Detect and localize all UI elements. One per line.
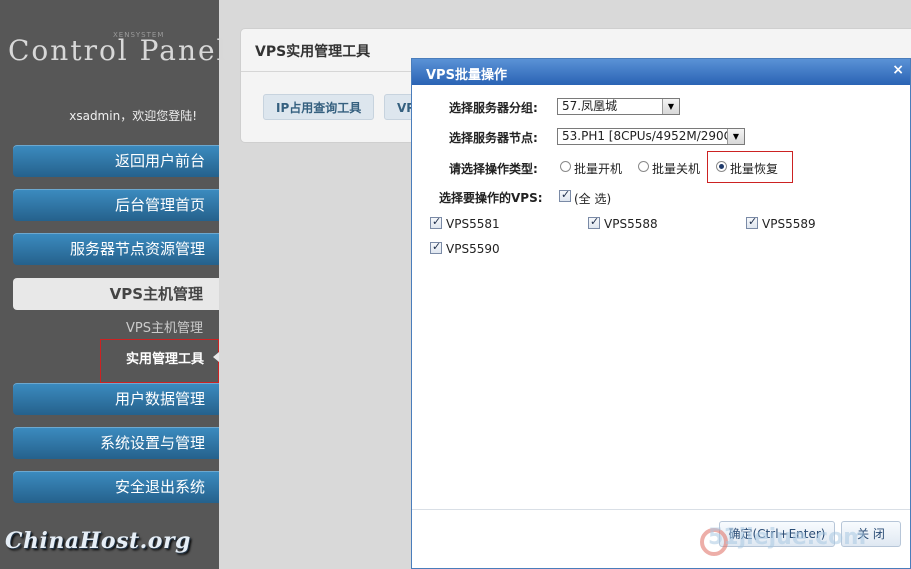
radio-batch-start[interactable]: [560, 161, 571, 172]
node-select-value: 53.PH1 [8CPUs/4952M/290G]: [562, 129, 738, 143]
dialog-header[interactable]: VPS批量操作 ×: [412, 59, 910, 85]
select-all-checkbox[interactable]: [559, 188, 571, 202]
group-select[interactable]: 57.凤凰城 ▼: [557, 98, 680, 115]
vps-checkbox[interactable]: [746, 215, 758, 229]
sub-item-vps-management[interactable]: VPS主机管理: [126, 317, 203, 336]
active-arrow-icon: [213, 352, 219, 362]
sidebar: XENSYSTEM Control Panel xsadmin，欢迎您登陆! 返…: [0, 0, 226, 569]
nav-server-nodes[interactable]: 服务器节点资源管理: [13, 233, 219, 265]
welcome-text: xsadmin，欢迎您登陆!: [69, 109, 197, 123]
vps-checkbox[interactable]: [430, 215, 442, 229]
dialog-footer-divider: [412, 509, 910, 510]
node-label: 选择服务器节点:: [449, 131, 538, 145]
radio-batch-restore[interactable]: [716, 161, 727, 172]
vps-label[interactable]: VPS5588: [604, 217, 658, 231]
nav-admin-home[interactable]: 后台管理首页: [13, 189, 219, 221]
vps-label[interactable]: VPS5581: [446, 217, 500, 231]
radio-batch-shutdown-label[interactable]: 批量关机: [652, 160, 700, 177]
page-title: VPS实用管理工具: [255, 44, 371, 60]
watermark: 51jiejue.com: [708, 525, 867, 550]
chevron-down-icon: ▼: [662, 99, 679, 114]
nav-back-to-frontend[interactable]: 返回用户前台: [13, 145, 219, 177]
group-label: 选择服务器分组:: [449, 101, 538, 115]
close-icon[interactable]: ×: [892, 62, 904, 78]
nav-system-settings[interactable]: 系统设置与管理: [13, 427, 219, 459]
vps-select-label: 选择要操作的VPS:: [439, 191, 543, 205]
vps-checkbox[interactable]: [430, 240, 442, 254]
nav-user-data[interactable]: 用户数据管理: [13, 383, 219, 415]
radio-batch-shutdown[interactable]: [638, 161, 649, 172]
nav-vps-management[interactable]: VPS主机管理: [13, 278, 219, 310]
chevron-down-icon: ▼: [727, 129, 744, 144]
op-label: 请选择操作类型:: [449, 162, 538, 176]
vps-checkbox[interactable]: [588, 215, 600, 229]
node-select[interactable]: 53.PH1 [8CPUs/4952M/290G] ▼: [557, 128, 745, 145]
radio-batch-restore-label[interactable]: 批量恢复: [730, 160, 778, 177]
group-select-value: 57.凤凰城: [562, 99, 618, 113]
radio-batch-start-label[interactable]: 批量开机: [574, 160, 622, 177]
vps-label[interactable]: VPS5589: [762, 217, 816, 231]
sub-item-tools-highlight[interactable]: 实用管理工具: [100, 339, 219, 383]
nav-logout[interactable]: 安全退出系统: [13, 471, 219, 503]
brand-logo: Control Panel: [8, 34, 228, 67]
chinahost-logo: ChinaHost.org: [5, 528, 191, 554]
batch-operation-dialog: VPS批量操作 × 选择服务器分组: 57.凤凰城 ▼ 选择服务器节点: 53.…: [411, 58, 911, 569]
dialog-title: VPS批量操作: [426, 68, 507, 83]
select-all-label[interactable]: (全 选): [574, 190, 611, 207]
ip-lookup-button[interactable]: IP占用查询工具: [263, 94, 375, 120]
vps-label[interactable]: VPS5590: [446, 242, 500, 256]
sub-item-tools[interactable]: 实用管理工具: [126, 348, 204, 367]
